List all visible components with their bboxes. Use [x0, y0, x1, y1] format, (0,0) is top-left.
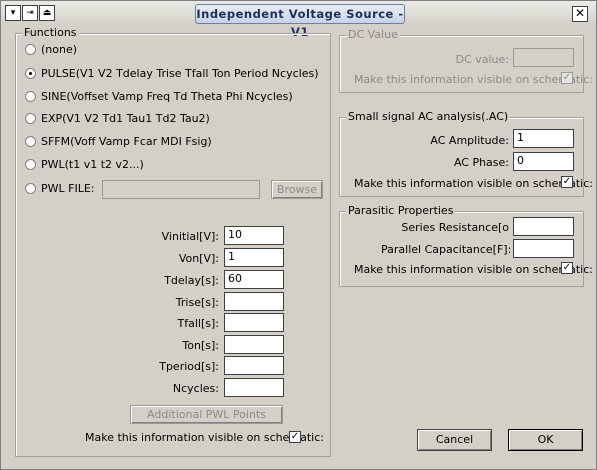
radio-exp-label: EXP(V1 V2 Td1 Tau1 Td2 Tau2) [41, 112, 210, 125]
cancel-button[interactable]: Cancel [417, 429, 492, 451]
dc-visible-label: Make this information visible on schemat… [354, 73, 593, 86]
param-label-von: Von[V]: [178, 252, 219, 265]
param-input-von[interactable]: 1 [224, 248, 284, 267]
radio-none-label: (none) [41, 43, 78, 56]
pwl-file-input[interactable] [102, 180, 260, 199]
additional-pwl-points-button[interactable]: Additional PWL Points [130, 405, 283, 424]
radio-pwl[interactable] [25, 159, 36, 170]
radio-pwl-label: PWL(t1 v1 t2 v2...) [41, 158, 144, 171]
param-label-tdelay: Tdelay[s]: [164, 274, 219, 287]
radio-pulse-label: PULSE(V1 V2 Tdelay Trise Tfall Ton Perio… [41, 67, 319, 80]
param-input-tperiod[interactable] [224, 356, 284, 375]
parasitic-legend: Parasitic Properties [346, 204, 456, 217]
ac-analysis-legend: Small signal AC analysis(.AC) [346, 110, 511, 123]
param-label-trise: Trise[s]: [175, 296, 219, 309]
radio-sine[interactable] [25, 91, 36, 102]
param-input-trise[interactable] [224, 292, 284, 311]
ac-phase-input[interactable]: 0 [513, 152, 574, 171]
ac-visible-checkbox[interactable]: ✓ [561, 176, 573, 188]
title-bar: ▾ ⇥ ⏏ Independent Voltage Source - V1 ✕ [1, 1, 596, 39]
parasitic-visible-checkbox[interactable]: ✓ [561, 262, 573, 274]
dc-visible-checkbox[interactable]: ✓ [561, 72, 573, 84]
ac-visible-label: Make this information visible on schemat… [354, 177, 593, 190]
radio-pulse[interactable] [25, 68, 36, 79]
parallel-capacitance-input[interactable] [513, 239, 574, 258]
radio-sffm-label: SFFM(Voff Vamp Fcar MDI Fsig) [41, 135, 212, 148]
param-label-ncycles: Ncycles: [172, 382, 219, 395]
param-input-ton[interactable] [224, 335, 284, 354]
dc-value-legend: DC Value [346, 28, 400, 41]
param-input-tfall[interactable] [224, 313, 284, 332]
ac-phase-label: AC Phase: [453, 156, 509, 169]
param-input-vinitial[interactable]: 10 [224, 226, 284, 245]
series-resistance-input[interactable] [513, 217, 574, 236]
radio-sine-label: SINE(Voffset Vamp Freq Td Theta Phi Ncyc… [41, 90, 293, 103]
radio-sffm[interactable] [25, 136, 36, 147]
param-label-vinitial: Vinitial[V]: [161, 230, 219, 243]
dc-value-label: DC value: [455, 53, 509, 66]
radio-exp[interactable] [25, 113, 36, 124]
param-input-tdelay[interactable]: 60 [224, 270, 284, 289]
param-input-ncycles[interactable] [224, 378, 284, 397]
param-label-tfall: Tfall[s]: [177, 317, 219, 330]
functions-legend: Functions [22, 26, 79, 39]
dialog-window: ▾ ⇥ ⏏ Independent Voltage Source - V1 ✕ … [0, 0, 597, 470]
functions-visible-checkbox[interactable]: ✓ [289, 431, 301, 443]
parallel-capacitance-label: Parallel Capacitance[F]: [381, 243, 512, 256]
parasitic-visible-label: Make this information visible on schemat… [354, 263, 593, 276]
dc-value-input[interactable] [513, 48, 574, 67]
window-title: Independent Voltage Source - V1 [195, 4, 405, 39]
radio-pwl-file[interactable] [25, 183, 36, 194]
radio-none[interactable] [25, 44, 36, 55]
ac-amplitude-input[interactable]: 1 [513, 129, 574, 148]
close-icon[interactable]: ✕ [572, 6, 588, 22]
param-label-tperiod: Tperiod[s]: [159, 360, 219, 373]
ok-button[interactable]: OK [508, 429, 583, 451]
radio-pwl-file-label: PWL FILE: [41, 182, 95, 195]
pin-icon[interactable]: ⇥ [22, 5, 38, 21]
series-resistance-label: Series Resistance[o [401, 221, 509, 234]
eject-icon[interactable]: ⏏ [39, 5, 55, 21]
browse-button[interactable]: Browse [271, 180, 323, 199]
ac-amplitude-label: AC Amplitude: [430, 134, 509, 147]
menu-down-icon[interactable]: ▾ [5, 5, 21, 21]
param-label-ton: Ton[s]: [182, 339, 219, 352]
